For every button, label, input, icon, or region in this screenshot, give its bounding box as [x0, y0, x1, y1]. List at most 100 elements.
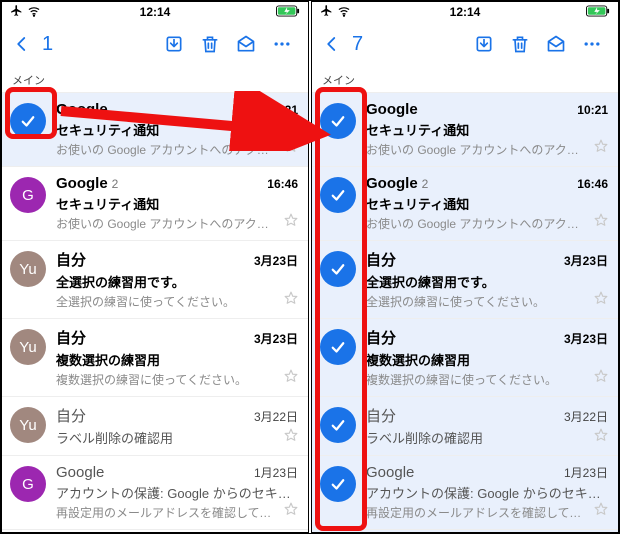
email-snippet: 複数選択の練習に使ってください。	[56, 371, 298, 388]
star-icon[interactable]	[594, 369, 608, 388]
star-icon[interactable]	[594, 291, 608, 310]
section-label: メイン	[312, 66, 618, 92]
email-row[interactable]: GGoogle19/12/23セキュリティ通知	[2, 529, 308, 533]
status-time: 12:14	[450, 5, 481, 19]
email-subject: セキュリティ通知	[366, 120, 608, 139]
email-row[interactable]: Yu自分3月23日複数選択の練習用複数選択の練習に使ってください。	[2, 318, 308, 396]
email-list: Google 10:21 セキュリティ通知お使いの Google アカウントへのアク…	[312, 92, 618, 533]
selected-check-icon[interactable]	[320, 407, 356, 443]
sender-name: Google	[56, 464, 104, 481]
star-icon[interactable]	[594, 502, 608, 521]
sender-name: 自分	[56, 249, 86, 270]
sender-name: 自分	[366, 327, 396, 348]
email-row[interactable]: Yu 自分 3月23日全選択の練習用です。全選択の練習に使ってください。	[2, 240, 308, 318]
email-snippet: お使いの Google アカウントへのアクセ…	[366, 141, 608, 158]
email-subject: 複数選択の練習用	[366, 350, 608, 369]
email-list: Google10:21セキュリティ通知お使いの Google アカウントへのアク…	[2, 92, 308, 533]
delete-button[interactable]	[502, 34, 538, 54]
email-date: 3月22日	[556, 408, 608, 425]
sender-name: 自分	[56, 405, 86, 426]
email-date: 16:46	[259, 177, 298, 191]
email-date: 16:46	[569, 177, 608, 191]
email-subject: ラベル削除の確認用	[56, 428, 298, 447]
email-date: 10:21	[569, 103, 608, 117]
star-icon[interactable]	[284, 502, 298, 521]
email-row[interactable]: 自分 3月23日全選択の練習用です。全選択の練習に使ってください。	[312, 240, 618, 318]
email-subject: 全選択の練習用です。	[56, 272, 298, 291]
status-time: 12:14	[140, 5, 171, 19]
sender-name: Google	[366, 464, 414, 481]
star-icon[interactable]	[284, 139, 298, 158]
star-icon[interactable]	[594, 428, 608, 447]
email-row[interactable]: Google216:46セキュリティ通知お使いの Google アカウントへのア…	[312, 166, 618, 240]
airplane-mode-icon	[10, 4, 23, 20]
email-date: 3月23日	[556, 252, 608, 269]
email-row[interactable]: GGoogle216:46セキュリティ通知お使いの Google アカウントへの…	[2, 166, 308, 240]
email-row[interactable]: 自分 3月22日ラベル削除の確認用	[312, 396, 618, 455]
airplane-mode-icon	[320, 4, 333, 20]
archive-button[interactable]	[466, 34, 502, 54]
selected-check-icon[interactable]	[320, 466, 356, 502]
email-snippet: お使いの Google アカウントへのアクセ…	[56, 215, 298, 232]
sender-avatar[interactable]: G	[10, 177, 46, 213]
wifi-icon	[337, 4, 351, 21]
selected-check-icon[interactable]	[320, 329, 356, 365]
email-row[interactable]: Google10:21セキュリティ通知お使いの Google アカウントへのアク…	[312, 92, 618, 166]
sender-avatar[interactable]: Yu	[10, 329, 46, 365]
email-date: 3月22日	[246, 408, 298, 425]
star-icon[interactable]	[284, 369, 298, 388]
selected-check-icon[interactable]	[10, 103, 46, 139]
email-subject: アカウントの保護: Google からのセキュ…	[56, 483, 298, 502]
email-row[interactable]: Google10:21セキュリティ通知お使いの Google アカウントへのアク…	[2, 92, 308, 166]
sender-name: 自分	[56, 327, 86, 348]
phone-left: 12:141メインGoogle10:21セキュリティ通知お使いの Google …	[1, 1, 309, 533]
selected-check-icon[interactable]	[320, 177, 356, 213]
email-row[interactable]: 自分 3月23日複数選択の練習用複数選択の練習に使ってください。	[312, 318, 618, 396]
delete-button[interactable]	[192, 34, 228, 54]
status-bar: 12:14	[2, 2, 308, 22]
star-icon[interactable]	[284, 213, 298, 232]
email-snippet: 全選択の練習に使ってください。	[56, 293, 298, 310]
thread-count: 2	[422, 177, 429, 191]
battery-icon	[586, 5, 610, 20]
more-button[interactable]	[574, 34, 610, 54]
star-icon[interactable]	[594, 139, 608, 158]
email-subject: 複数選択の練習用	[56, 350, 298, 369]
star-icon[interactable]	[284, 428, 298, 447]
sender-name: 自分	[366, 405, 396, 426]
email-subject: ラベル削除の確認用	[366, 428, 608, 447]
star-icon[interactable]	[284, 291, 298, 310]
sender-name: Google	[366, 175, 418, 192]
email-subject: セキュリティ通知	[366, 194, 608, 213]
email-row[interactable]: Google19/12/23セキュリティ通知	[312, 529, 618, 533]
selected-check-icon[interactable]	[320, 103, 356, 139]
sender-avatar[interactable]: Yu	[10, 407, 46, 443]
status-bar: 12:14	[312, 2, 618, 22]
email-snippet: 全選択の練習に使ってください。	[366, 293, 608, 310]
sender-avatar[interactable]: G	[10, 466, 46, 502]
email-date: 3月23日	[246, 252, 298, 269]
email-date: 10:21	[259, 103, 298, 117]
battery-icon	[276, 5, 300, 20]
more-button[interactable]	[264, 34, 300, 54]
email-row[interactable]: Google 1月23日アカウントの保護: Google からのセキュ… 再設定用の…	[312, 455, 618, 529]
selection-toolbar: 7	[312, 22, 618, 66]
email-row[interactable]: Yu 自分 3月22日ラベル削除の確認用	[2, 396, 308, 455]
back-button[interactable]	[10, 32, 34, 56]
mark-read-button[interactable]	[538, 34, 574, 54]
archive-button[interactable]	[156, 34, 192, 54]
email-snippet: 再設定用のメールアドレスを確認してく…	[366, 504, 608, 521]
email-row[interactable]: GGoogle1月23日アカウントの保護: Google からのセキュ…再設定用…	[2, 455, 308, 529]
back-button[interactable]	[320, 32, 344, 56]
selection-count: 1	[42, 33, 53, 56]
email-subject: アカウントの保護: Google からのセキュ…	[366, 483, 608, 502]
sender-avatar[interactable]: Yu	[10, 251, 46, 287]
star-icon[interactable]	[594, 213, 608, 232]
email-snippet: 複数選択の練習に使ってください。	[366, 371, 608, 388]
email-date: 3月23日	[556, 330, 608, 347]
mark-read-button[interactable]	[228, 34, 264, 54]
email-subject: 全選択の練習用です。	[366, 272, 608, 291]
email-date: 1月23日	[556, 464, 608, 481]
sender-name: 自分	[366, 249, 396, 270]
selected-check-icon[interactable]	[320, 251, 356, 287]
